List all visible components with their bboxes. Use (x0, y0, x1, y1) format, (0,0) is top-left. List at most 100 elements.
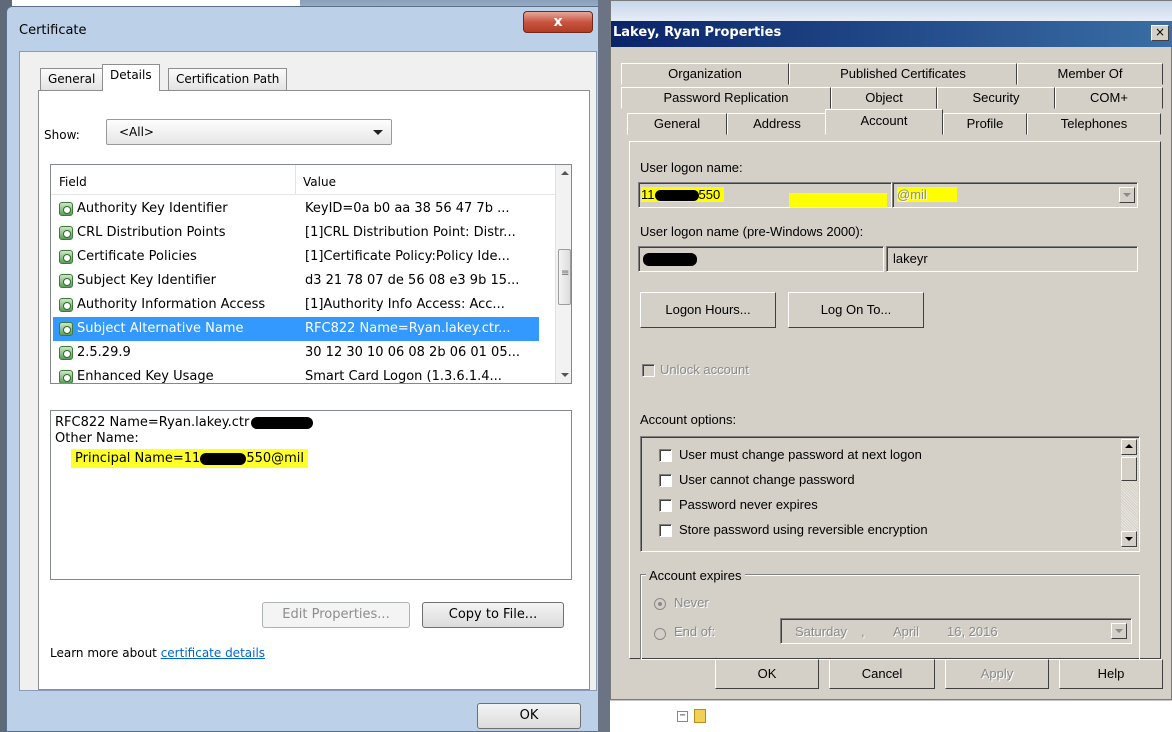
extension-icon (59, 346, 73, 360)
properties-window: Lakey, Ryan Properties × Organization Pu… (610, 0, 1172, 700)
tab-security[interactable]: Security (937, 87, 1055, 109)
edit-properties-button[interactable]: Edit Properties... (262, 602, 410, 628)
user-logon-label: User logon name: (640, 160, 743, 175)
show-dropdown-value: <All> (119, 125, 154, 139)
field-list-scrollbar[interactable] (555, 165, 571, 383)
detail-other-name: Other Name: (55, 431, 139, 446)
list-item[interactable]: Enhanced Key Usage Smart Card Logon (1.3… (53, 365, 539, 384)
list-item[interactable]: Authority Key Identifier KeyID=0a b0 aa … (53, 197, 539, 221)
tab-general[interactable]: General (40, 68, 104, 90)
apply-button[interactable]: Apply (945, 659, 1049, 689)
end-of-radio[interactable] (654, 628, 666, 640)
password-never-expires-checkbox[interactable] (659, 499, 672, 512)
tab-published-certificates[interactable]: Published Certificates (789, 63, 1017, 85)
options-scrollbar[interactable] (1121, 439, 1138, 549)
scroll-down-icon[interactable] (1121, 531, 1137, 547)
account-options-list[interactable]: User must change password at next logon … (640, 436, 1140, 552)
tab-com-plus[interactable]: COM+ (1055, 87, 1163, 109)
list-item[interactable]: Subject Key Identifier d3 21 78 07 de 56… (53, 269, 539, 293)
copy-to-file-button[interactable]: Copy to File... (422, 602, 564, 628)
scroll-down-icon[interactable] (561, 373, 569, 377)
tab-account[interactable]: Account (825, 109, 943, 135)
cannot-change-password-checkbox[interactable] (659, 474, 672, 487)
field-name: Subject Alternative Name (77, 321, 244, 336)
reversible-encryption-checkbox[interactable] (659, 524, 672, 537)
pre2000-domain-field[interactable] (638, 246, 884, 272)
show-label: Show: (44, 128, 80, 142)
date-day: Saturday (795, 624, 848, 639)
column-header-field[interactable]: Field (59, 175, 87, 189)
redaction-mark (654, 190, 699, 202)
must-change-password-checkbox[interactable] (659, 449, 672, 462)
tab-address[interactable]: Address (727, 113, 827, 135)
option-label: Password never expires (679, 497, 818, 512)
chevron-down-icon[interactable] (1111, 623, 1127, 639)
user-logon-field[interactable]: 11 550 (638, 182, 892, 208)
upn-suffix-dropdown[interactable]: @mil (892, 182, 1138, 208)
redaction-mark (200, 452, 247, 465)
unlock-account-checkbox[interactable] (642, 364, 655, 377)
user-logon-prefix: 11 (641, 187, 655, 202)
principal-prefix: Principal Name=11 (75, 451, 201, 466)
field-name: 2.5.29.9 (77, 345, 131, 360)
field-list[interactable]: Field Value Authority Key Identifier Key… (50, 164, 572, 384)
tab-member-of[interactable]: Member Of (1017, 63, 1163, 85)
ok-button[interactable]: OK (477, 703, 581, 729)
tab-general[interactable]: General (627, 113, 727, 135)
user-logon-value: 11 550 (641, 187, 725, 202)
list-item[interactable]: CRL Distribution Points [1]CRL Distribut… (53, 221, 539, 245)
background-titlebar (611, 1, 1172, 21)
column-header-value[interactable]: Value (303, 175, 336, 189)
extension-icon (59, 202, 73, 216)
tree-expand-icon[interactable]: − (677, 711, 688, 722)
option-label: Store password using reversible encrypti… (679, 522, 928, 537)
list-item-selected[interactable]: Subject Alternative Name RFC822 Name=Rya… (53, 317, 539, 341)
certificate-details-link[interactable]: certificate details (161, 646, 265, 660)
tab-details[interactable]: Details (102, 64, 160, 91)
field-name: Enhanced Key Usage (77, 369, 214, 384)
ok-button[interactable]: OK (715, 659, 819, 689)
tab-telephones[interactable]: Telephones (1027, 113, 1161, 135)
field-value: RFC822 Name=Ryan.lakey.ctr... (305, 321, 511, 336)
detail-rfc822: RFC822 Name=Ryan.lakey.ctr (55, 415, 250, 430)
tab-organization[interactable]: Organization (621, 63, 789, 85)
list-item[interactable]: Authority Information Access [1]Authorit… (53, 293, 539, 317)
field-value: Smart Card Logon (1.3.6.1.4... (305, 369, 502, 384)
cancel-button[interactable]: Cancel (829, 659, 935, 689)
field-detail-textbox[interactable]: RFC822 Name=Ryan.lakey.ctr Other Name: P… (50, 410, 572, 580)
tab-password-replication[interactable]: Password Replication (621, 87, 831, 109)
pre2000-logon-field[interactable]: lakeyr (886, 246, 1138, 272)
tab-certification-path[interactable]: Certification Path (168, 68, 288, 90)
show-dropdown[interactable]: <All> (106, 119, 392, 145)
properties-titlebar: Lakey, Ryan Properties × (611, 21, 1172, 47)
list-item[interactable]: Certificate Policies [1]Certificate Poli… (53, 245, 539, 269)
pre2000-logon-value: lakeyr (893, 251, 928, 266)
field-value: KeyID=0a b0 aa 38 56 47 7b ... (305, 201, 510, 216)
scroll-thumb[interactable] (1121, 457, 1137, 481)
log-on-to-button[interactable]: Log On To... (788, 292, 924, 328)
list-item[interactable]: 2.5.29.9 30 12 30 10 06 08 2b 06 01 05..… (53, 341, 539, 365)
column-divider[interactable] (295, 165, 296, 195)
extension-icon (59, 322, 73, 336)
scroll-up-icon[interactable] (1121, 439, 1137, 455)
tab-object[interactable]: Object (831, 87, 937, 109)
scroll-thumb[interactable] (558, 249, 571, 305)
close-button[interactable]: × (1151, 25, 1169, 41)
close-button[interactable]: x (523, 11, 593, 33)
scroll-up-icon[interactable] (561, 171, 569, 175)
logon-hours-button[interactable]: Logon Hours... (640, 292, 776, 328)
field-name: Subject Key Identifier (77, 273, 216, 288)
tab-profile[interactable]: Profile (943, 113, 1027, 135)
chevron-down-icon[interactable] (1119, 187, 1135, 203)
field-name: Certificate Policies (77, 249, 197, 264)
option-label: User cannot change password (679, 472, 855, 487)
principal-suffix: 550@mil (246, 451, 305, 466)
extension-icon (59, 226, 73, 240)
account-options-label: Account options: (640, 412, 737, 427)
never-radio[interactable] (654, 598, 666, 610)
expiry-date-picker[interactable]: Saturday , April 16, 2016 (780, 618, 1132, 644)
background-window-edge (598, 0, 610, 732)
detail-line: RFC822 Name=Ryan.lakey.ctr (55, 415, 314, 430)
redaction-mark (251, 416, 314, 429)
help-button[interactable]: Help (1059, 659, 1163, 689)
